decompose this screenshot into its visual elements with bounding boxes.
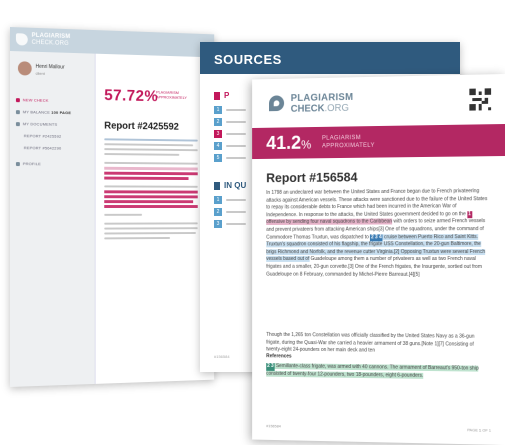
source-number[interactable]: 4 <box>214 142 222 150</box>
nav-report-2[interactable]: REPORT #5642290 <box>24 145 62 150</box>
nav-profile[interactable]: PROFILE <box>15 161 41 167</box>
sources-header: SOURCES <box>200 42 460 74</box>
source-number[interactable]: 2 <box>214 118 222 126</box>
user-role: client <box>35 70 45 76</box>
footer-report-id: #156584 <box>266 423 281 429</box>
score-label-1: PLAGIARISM <box>322 135 361 142</box>
report-title: Report #156584 <box>266 169 358 186</box>
qr-code-icon <box>469 88 492 111</box>
source-number[interactable]: 2 <box>214 208 222 216</box>
dashboard-sidebar: Henri Mallour client NEW CHECK MY BALANC… <box>10 51 96 387</box>
source-number[interactable]: 3 <box>214 130 222 138</box>
source-badge[interactable]: 2 3 <box>266 363 275 371</box>
plus-icon <box>15 98 20 103</box>
source-badge[interactable]: 1 <box>467 210 472 219</box>
references-heading: References <box>266 353 292 360</box>
source-number[interactable]: 5 <box>214 154 222 162</box>
nav-my-documents[interactable]: MY DOCUMENTS <box>15 121 57 127</box>
nav-new-check[interactable]: NEW CHECK <box>15 97 49 103</box>
dashboard-score: 57.72% <box>104 87 159 106</box>
report-body-paragraph: In 1798 an undeclared war between the Un… <box>266 188 488 278</box>
sources-footer: #156584 <box>214 354 230 359</box>
report-body-paragraph: Though the 1,265 ton Constellation was o… <box>266 331 475 354</box>
footer-page-number: PAGE 1 OF 1 <box>467 427 492 433</box>
section-title-1: P <box>224 91 230 100</box>
document-icon <box>15 122 20 127</box>
plagiarism-score: 41.2% <box>266 133 312 155</box>
dashboard-page: PLAGIARISM CHECK.ORG Henri Mallour clien… <box>10 27 215 387</box>
score-banner: 41.2% PLAGIARISM APPROXIMATELY <box>252 124 505 160</box>
source-number[interactable]: 1 <box>214 196 222 204</box>
logo-icon <box>269 95 285 112</box>
logo-icon <box>15 33 28 46</box>
dashboard-report-title: Report #2425592 <box>104 120 179 133</box>
nav-my-balance[interactable]: MY BALANCE 100 PAGE <box>15 109 71 115</box>
reference-text: 2 3 Semillante-class frigate, was armed … <box>266 363 479 379</box>
section-marker <box>214 92 220 100</box>
wallet-icon <box>15 110 20 115</box>
section-title-2: IN QU <box>224 181 247 190</box>
user-name: Henri Mallour <box>35 63 65 71</box>
source-badge[interactable]: 2 3 4 <box>370 233 383 242</box>
report-page: PLAGIARISM CHECK.ORG 41.2% PLAGIARISM AP… <box>252 74 505 445</box>
section-marker <box>214 182 220 190</box>
logo-suffix: CHECK.ORG <box>290 102 349 115</box>
dashboard-score-label: PLAGIARISM APPROXIMATELY <box>156 89 187 100</box>
sources-title: SOURCES <box>214 52 282 67</box>
user-icon <box>15 161 20 167</box>
avatar[interactable] <box>17 61 32 76</box>
dashboard-logo-sub: CHECK.ORG <box>31 39 69 47</box>
score-label-2: APPROXIMATELY <box>322 142 375 150</box>
source-number[interactable]: 1 <box>214 106 222 114</box>
source-number[interactable]: 3 <box>214 220 222 228</box>
nav-report-1[interactable]: REPORT #2425592 <box>24 133 62 139</box>
